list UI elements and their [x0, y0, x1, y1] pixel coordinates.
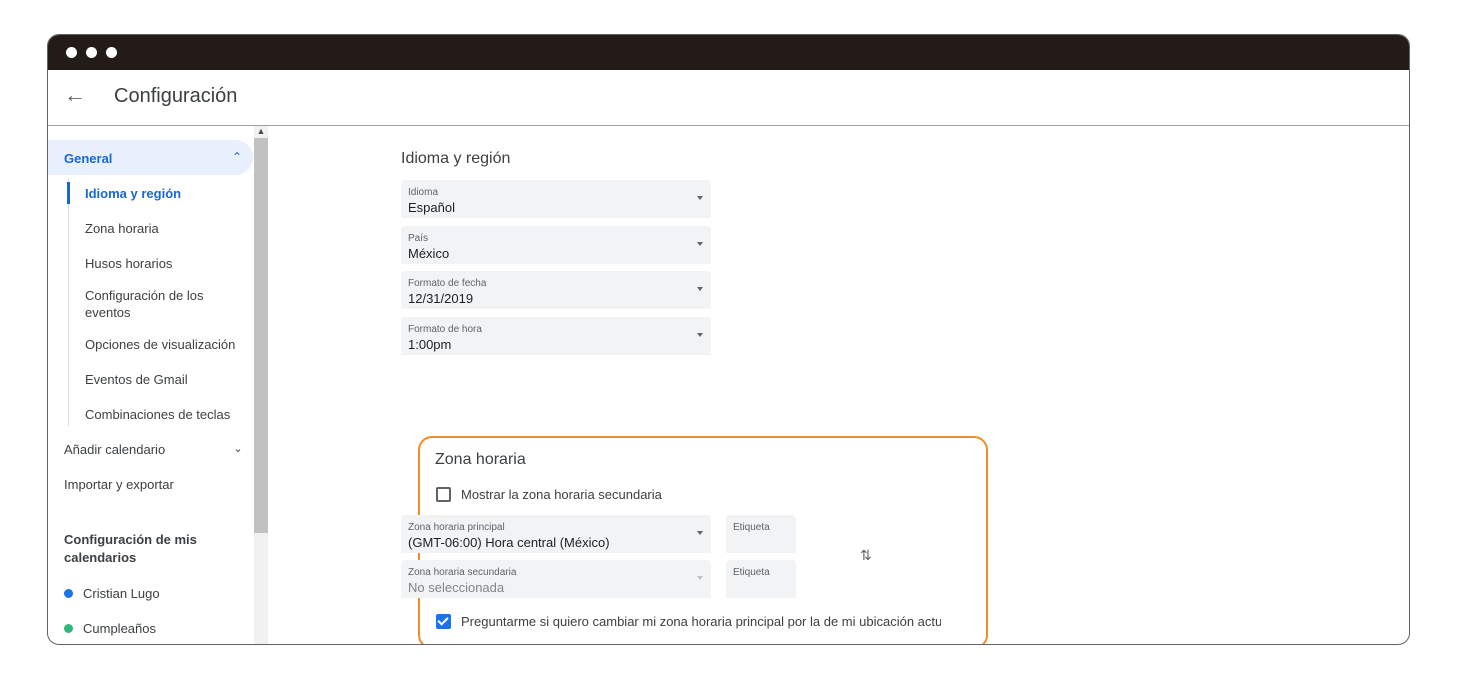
dropdown-caret-icon: [697, 531, 703, 535]
calendar-item[interactable]: Cumpleaños: [64, 621, 156, 636]
calendar-name: Cumpleaños: [83, 621, 156, 636]
app-bar: ← Configuración: [48, 70, 1409, 126]
dropdown-caret-icon: [697, 196, 703, 200]
date-format-select[interactable]: Formato de fecha 12/31/2019: [401, 271, 711, 309]
field-value: No seleccionada: [408, 580, 505, 595]
calendar-item[interactable]: Cristian Lugo: [64, 586, 160, 601]
sidebar-item-configuracion-eventos[interactable]: Configuración de los eventos: [85, 287, 245, 321]
chevron-down-icon[interactable]: ⌄: [231, 442, 245, 456]
dropdown-caret-icon: [697, 576, 703, 580]
country-select[interactable]: País México: [401, 226, 711, 264]
calendar-color-dot: [64, 589, 73, 599]
field-value: Español: [408, 200, 455, 215]
checkmark-icon: [437, 614, 449, 626]
primary-timezone-tag-input[interactable]: Etiqueta: [726, 515, 796, 553]
sidebar-item-label: Añadir calendario: [64, 442, 166, 457]
active-indicator: [67, 182, 70, 204]
page-title: Configuración: [114, 85, 238, 107]
field-value: 1:00pm: [408, 337, 452, 352]
field-label: País: [408, 233, 429, 244]
sidebar-scrollbar[interactable]: ▲: [254, 126, 268, 644]
show-secondary-timezone-label: Mostrar la zona horaria secundaria: [461, 487, 662, 502]
calendar-name: Cristian Lugo: [83, 586, 160, 601]
sidebar-item-general[interactable]: General ⌃: [48, 140, 253, 175]
settings-content: Idioma y región Idioma Español País Méxi…: [268, 126, 1409, 644]
dropdown-caret-icon: [697, 333, 703, 337]
window-control-dot[interactable]: [106, 47, 117, 58]
sidebar-item-combinaciones-teclas[interactable]: Combinaciones de teclas: [85, 406, 245, 423]
field-value: 12/31/2019: [408, 291, 474, 306]
language-select[interactable]: Idioma Español: [401, 180, 711, 218]
section-heading-zona-horaria: Zona horaria: [435, 451, 526, 468]
field-value: México: [408, 246, 450, 261]
field-label: Formato de hora: [408, 324, 482, 335]
window-control-dot[interactable]: [66, 47, 77, 58]
sidebar-item-eventos-gmail[interactable]: Eventos de Gmail: [85, 371, 245, 388]
show-secondary-timezone-checkbox[interactable]: [436, 487, 451, 502]
dropdown-caret-icon: [697, 242, 703, 246]
sidebar-item-zona-horaria[interactable]: Zona horaria: [85, 220, 245, 237]
ask-change-timezone-checkbox[interactable]: [436, 614, 451, 629]
field-value: (GMT-06:00) Hora central (México): [408, 535, 610, 550]
sidebar-item-idioma-region[interactable]: Idioma y región: [85, 185, 245, 202]
chevron-up-icon: ⌃: [231, 150, 243, 164]
section-heading-idioma: Idioma y región: [401, 150, 511, 167]
dropdown-caret-icon: [697, 287, 703, 291]
app-window: ← Configuración General ⌃ Idioma y regió…: [47, 34, 1410, 645]
sidebar-item-opciones-visualizacion[interactable]: Opciones de visualización: [85, 336, 245, 353]
field-label: Zona horaria secundaria: [408, 567, 517, 578]
scroll-up-icon[interactable]: ▲: [256, 126, 266, 136]
window-control-dot[interactable]: [86, 47, 97, 58]
settings-sidebar: General ⌃ Idioma y región Zona horaria H…: [48, 126, 268, 644]
my-calendars-heading: Configuración de mis calendarios: [64, 532, 197, 565]
field-placeholder: Etiqueta: [733, 522, 770, 533]
primary-timezone-select[interactable]: Zona horaria principal (GMT-06:00) Hora …: [401, 515, 711, 553]
scroll-thumb[interactable]: [254, 138, 268, 533]
sidebar-item-importar-exportar[interactable]: Importar y exportar: [64, 477, 174, 492]
sidebar-item-label: General: [64, 151, 113, 166]
secondary-timezone-tag-input[interactable]: Etiqueta: [726, 560, 796, 598]
title-bar: [48, 35, 1409, 70]
field-placeholder: Etiqueta: [733, 567, 770, 578]
back-arrow-icon[interactable]: ←: [64, 84, 86, 106]
field-label: Zona horaria principal: [408, 522, 505, 533]
swap-timezones-icon[interactable]: ⇅: [860, 547, 872, 564]
calendar-color-dot: [64, 624, 73, 634]
secondary-timezone-select[interactable]: Zona horaria secundaria No seleccionada: [401, 560, 711, 598]
ask-change-timezone-label: Preguntarme si quiero cambiar mi zona ho…: [461, 614, 941, 629]
sidebar-item-anadir-calendario[interactable]: Añadir calendario: [64, 442, 165, 457]
time-format-select[interactable]: Formato de hora 1:00pm: [401, 317, 711, 355]
field-label: Formato de fecha: [408, 278, 487, 289]
divider: [68, 178, 69, 426]
sidebar-item-husos-horarios[interactable]: Husos horarios: [85, 255, 245, 272]
field-label: Idioma: [408, 187, 439, 198]
